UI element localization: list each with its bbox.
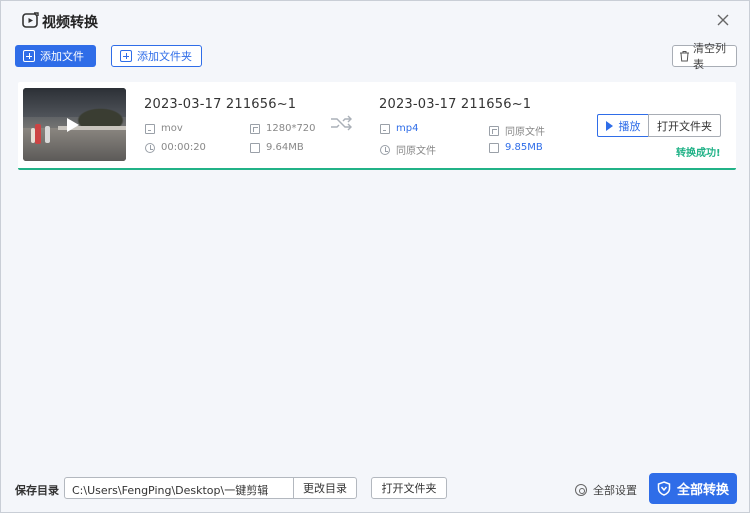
- plus-icon: [120, 50, 132, 62]
- size-icon: [489, 142, 499, 153]
- play-icon[interactable]: [67, 118, 79, 132]
- gear-icon: [575, 484, 587, 496]
- save-path-field[interactable]: C:\Users\FengPing\Desktop\一键剪辑: [64, 477, 294, 499]
- target-format[interactable]: mp4: [380, 123, 418, 134]
- play-label: 播放: [618, 119, 641, 133]
- source-duration: 00:00:20: [145, 142, 206, 153]
- add-file-label: 添加文件: [40, 50, 84, 63]
- shield-icon: [657, 481, 671, 496]
- resolution-icon: [250, 123, 260, 134]
- size-icon: [250, 142, 260, 153]
- resolution-icon: [489, 125, 499, 136]
- target-size: 9.85MB: [489, 142, 543, 153]
- app-title: 视频转换: [42, 15, 98, 31]
- settings-button[interactable]: 全部设置: [575, 482, 637, 498]
- target-resolution: 同原文件: [489, 123, 545, 138]
- format-icon: [380, 123, 390, 134]
- open-output-folder-button[interactable]: 打开文件夹: [648, 114, 721, 137]
- clear-list-button[interactable]: 清空列表: [672, 42, 737, 71]
- format-icon: [145, 123, 155, 134]
- source-resolution: 1280*720: [250, 123, 316, 134]
- add-file-button[interactable]: 添加文件: [15, 45, 96, 67]
- open-folder-label: 打开文件夹: [657, 119, 712, 133]
- clock-icon: [380, 144, 390, 155]
- title-bar: 视频转换: [1, 1, 749, 39]
- trash-icon: [680, 51, 689, 62]
- video-thumbnail[interactable]: [23, 88, 126, 161]
- source-file-name: 2023-03-17 211656~1: [144, 97, 297, 112]
- play-button[interactable]: 播放: [597, 114, 649, 137]
- save-dir-label: 保存目录: [15, 484, 59, 497]
- add-folder-label: 添加文件夹: [137, 50, 192, 63]
- clock-icon: [145, 142, 155, 153]
- target-duration: 同原文件: [380, 142, 436, 157]
- open-dir-button[interactable]: 打开文件夹: [371, 477, 447, 499]
- add-folder-button[interactable]: 添加文件夹: [111, 45, 202, 67]
- plus-icon: [23, 50, 35, 62]
- settings-label: 全部设置: [593, 484, 637, 497]
- change-dir-button[interactable]: 更改目录: [293, 477, 357, 499]
- convert-arrows-icon: [331, 115, 352, 131]
- app-window: 视频转换 添加文件 添加文件夹 清空列表 2023-03-17 211656~1: [0, 0, 750, 513]
- clear-list-label: 清空列表: [693, 42, 726, 71]
- close-icon[interactable]: [715, 12, 731, 28]
- change-dir-label: 更改目录: [303, 482, 347, 495]
- convert-all-button[interactable]: 全部转换: [649, 473, 737, 504]
- video-convert-icon: [22, 12, 39, 28]
- file-list-item: 2023-03-17 211656~1 mov 1280*720 00:00:2…: [18, 82, 736, 170]
- play-icon: [605, 120, 613, 131]
- source-format: mov: [145, 123, 183, 134]
- open-dir-label: 打开文件夹: [381, 482, 437, 495]
- source-size: 9.64MB: [250, 142, 304, 153]
- target-file-name: 2023-03-17 211656~1: [379, 97, 532, 112]
- status-text: 转换成功!: [676, 148, 721, 159]
- convert-all-label: 全部转换: [676, 483, 729, 498]
